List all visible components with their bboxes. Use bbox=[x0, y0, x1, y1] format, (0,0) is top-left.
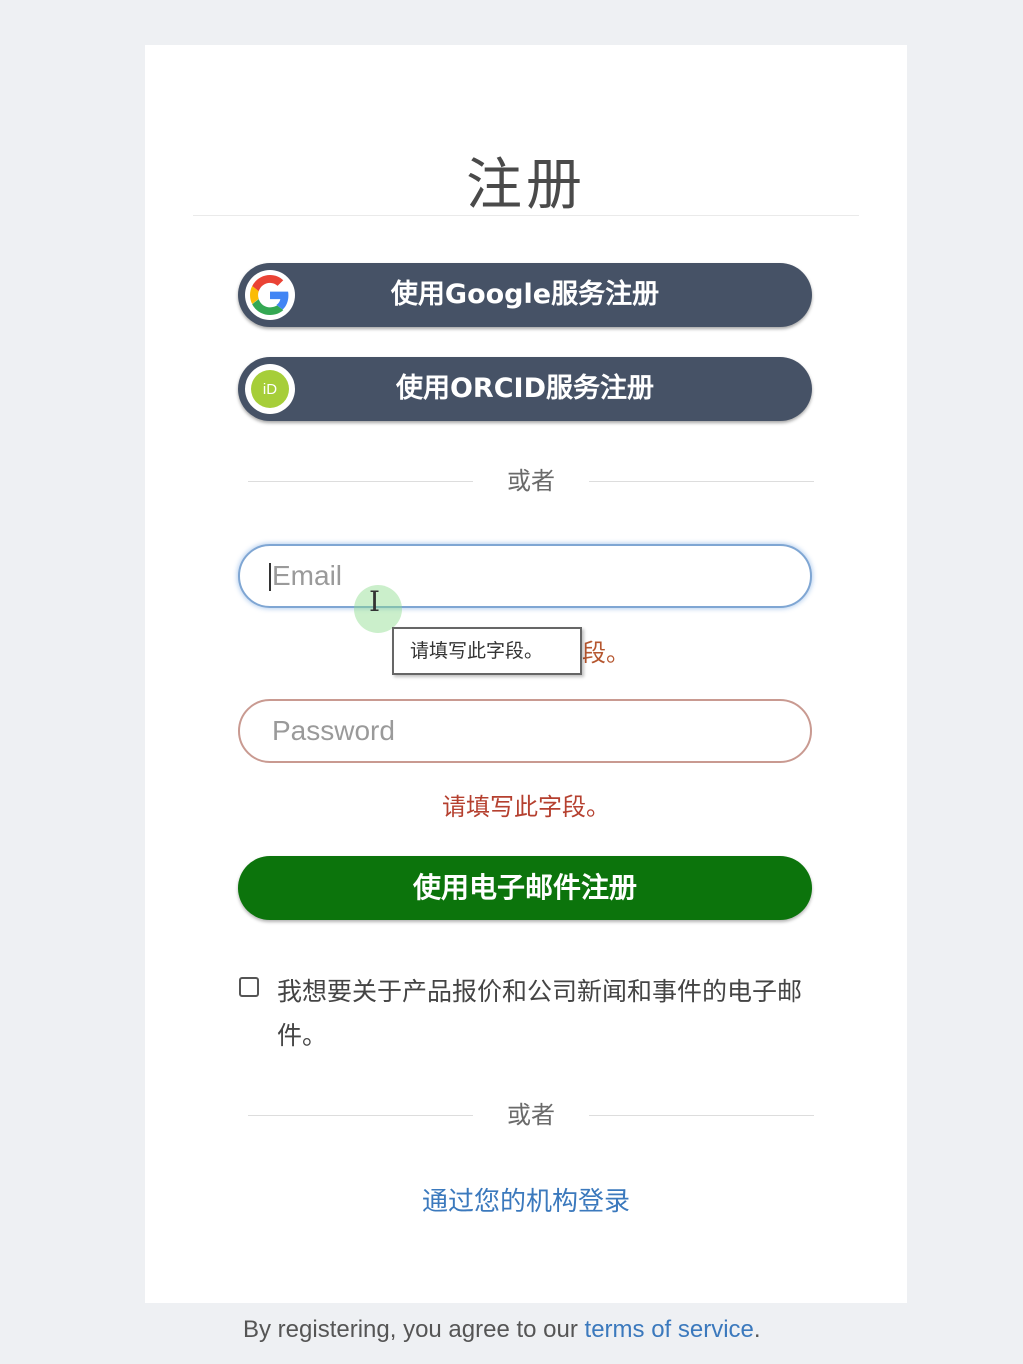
divider-line-right bbox=[589, 1115, 814, 1116]
orcid-signup-label: 使用ORCID服务注册 bbox=[395, 373, 655, 404]
terms-of-service-link[interactable]: terms of service bbox=[585, 1316, 754, 1343]
password-field[interactable]: Password bbox=[238, 699, 812, 763]
ibeam-cursor-icon: I bbox=[369, 585, 381, 618]
or-divider-2: 或者 bbox=[248, 1095, 814, 1135]
institution-login-link[interactable]: 通过您的机构登录 bbox=[145, 1181, 907, 1218]
page-title: 注册 bbox=[466, 153, 586, 218]
google-signup-button[interactable]: 使用Google服务注册 bbox=[238, 263, 812, 327]
password-placeholder: Password bbox=[272, 715, 395, 746]
email-error-text: 段。 bbox=[582, 639, 630, 667]
or-divider: 或者 bbox=[248, 461, 814, 501]
terms-footer: By registering, you agree to our terms o… bbox=[243, 1316, 761, 1344]
title-divider bbox=[193, 215, 859, 216]
validation-tooltip: 请填写此字段。 bbox=[392, 627, 582, 675]
password-error-text: 请填写此字段。 bbox=[442, 793, 610, 821]
divider-line-right bbox=[589, 481, 814, 482]
newsletter-checkbox[interactable] bbox=[239, 977, 259, 997]
email-signup-label: 使用电子邮件注册 bbox=[412, 871, 637, 904]
email-placeholder: Email bbox=[272, 560, 343, 591]
newsletter-checkbox-label[interactable]: 我想要关于产品报价和公司新闻和事件的电子邮件。 bbox=[277, 970, 817, 1058]
signup-card: 注册 使用Google服务注册 iD 使用ORCID服务注册 或者 Email … bbox=[145, 45, 907, 1303]
google-signup-label: 使用Google服务注册 bbox=[390, 279, 660, 310]
orcid-signup-button[interactable]: iD 使用ORCID服务注册 bbox=[238, 357, 812, 421]
email-field[interactable]: Email bbox=[238, 544, 812, 608]
text-caret bbox=[269, 563, 271, 591]
footer-suffix: . bbox=[753, 1316, 761, 1343]
footer-prefix: By registering, you agree to our bbox=[243, 1316, 585, 1343]
email-signup-button[interactable]: 使用电子邮件注册 bbox=[238, 856, 812, 920]
